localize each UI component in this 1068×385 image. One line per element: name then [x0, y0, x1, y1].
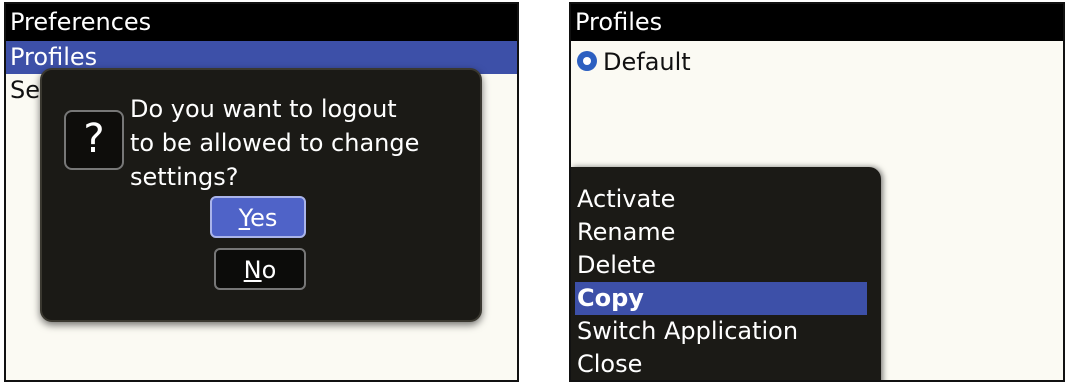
yes-mnemonic: Y [238, 204, 251, 232]
dialog-message-line: Do you want to logout [130, 95, 397, 123]
dialog-message-line: to be allowed to change [130, 129, 420, 157]
preferences-title: Preferences [6, 4, 517, 41]
no-mnemonic: N [243, 256, 262, 284]
radio-selected-icon[interactable] [577, 51, 597, 71]
yes-label: es [250, 204, 278, 232]
list-item-label: Profiles [10, 43, 98, 71]
dialog-message-line: settings? [130, 163, 239, 191]
dialog-message: Do you want to logout to be allowed to c… [130, 92, 470, 194]
menu-item-delete[interactable]: Delete [575, 249, 867, 282]
menu-item-close[interactable]: Close [575, 348, 867, 380]
profiles-screen: Profiles Default Activate Rename Delete … [569, 2, 1065, 382]
question-icon: ? [64, 110, 124, 170]
no-button[interactable]: No [214, 248, 306, 290]
menu-item-switch-application[interactable]: Switch Application [575, 315, 867, 348]
profile-label: Default [603, 48, 691, 76]
preferences-screen: Preferences Profiles Setup ? Do you want… [4, 2, 519, 382]
logout-dialog: ? Do you want to logout to be allowed to… [40, 68, 482, 322]
menu-item-copy[interactable]: Copy [575, 282, 867, 315]
menu-item-activate[interactable]: Activate [575, 183, 867, 216]
profile-default-option[interactable]: Default [577, 46, 691, 78]
no-label: o [261, 256, 277, 284]
context-menu: Activate Rename Delete Copy Switch Appli… [571, 167, 881, 380]
menu-item-rename[interactable]: Rename [575, 216, 867, 249]
profiles-title: Profiles [571, 4, 1063, 41]
yes-button[interactable]: Yes [210, 196, 306, 238]
